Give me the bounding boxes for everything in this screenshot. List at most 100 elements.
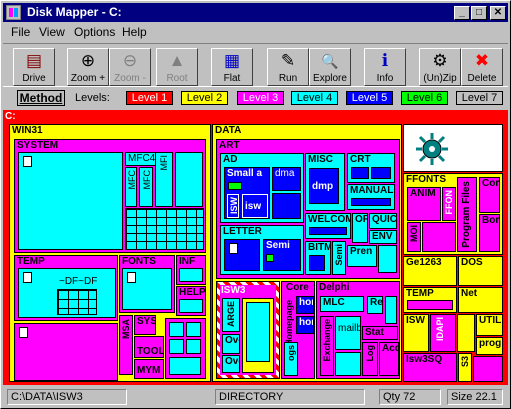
- dir-small-group[interactable]: [165, 318, 206, 379]
- level-2-button[interactable]: Level 2: [181, 91, 228, 105]
- dir-temp[interactable]: TEMP ~DF~DF: [14, 255, 118, 321]
- dir-idapi[interactable]: IDAPI: [430, 314, 456, 352]
- dir-semi2[interactable]: Semi: [332, 241, 346, 275]
- dir-semi[interactable]: Semi: [263, 239, 301, 271]
- file-mfc-b[interactable]: MFC: [139, 167, 153, 207]
- dir-art[interactable]: ART AD Small a ISW isw dmа MISC dmp CRT …: [216, 139, 400, 279]
- block[interactable]: [122, 268, 172, 310]
- dir-manual[interactable]: MANUAL: [347, 184, 395, 210]
- block[interactable]: ~DF~DF: [18, 268, 116, 318]
- dir-acc[interactable]: Acc: [379, 342, 399, 376]
- dir-dmp[interactable]: dmp: [309, 168, 339, 204]
- dir-s3[interactable]: S3: [458, 353, 472, 382]
- title-bar[interactable]: Disk Mapper - C: _ □ ✕: [3, 3, 508, 22]
- dir-isw[interactable]: ISW: [403, 314, 429, 352]
- root-button[interactable]: ▲ Root: [156, 48, 198, 86]
- menu-view[interactable]: View: [39, 25, 65, 39]
- dir-isw-a[interactable]: ISW: [227, 194, 239, 218]
- dir-welcom[interactable]: WELCOM: [305, 213, 351, 239]
- dir-isw3[interactable]: ISW3 ARGE Ove Ove: [216, 281, 280, 379]
- dir-mlc[interactable]: MLC: [320, 296, 364, 312]
- block[interactable]: [378, 245, 397, 273]
- dir-re[interactable]: Re: [367, 296, 383, 314]
- level-5-button[interactable]: Level 5: [346, 91, 393, 105]
- level-4-button[interactable]: Level 4: [291, 91, 338, 105]
- zoom-in-button[interactable]: ⊕ Zoom +: [67, 48, 109, 86]
- dir-misc-root[interactable]: [14, 323, 118, 381]
- block[interactable]: [272, 193, 301, 219]
- block[interactable]: [18, 152, 123, 250]
- run-button[interactable]: ✎ Run: [267, 48, 309, 86]
- dir-arge[interactable]: ARGE: [222, 298, 240, 332]
- dir-ffonts[interactable]: FFONTS ANIM FFON MOI Program Files Cor B…: [403, 173, 503, 255]
- file-grid[interactable]: [125, 208, 204, 250]
- dir-hom1[interactable]: hom: [296, 296, 314, 314]
- dir-crt[interactable]: CRT: [347, 153, 395, 183]
- dir-bor[interactable]: Bor: [479, 214, 500, 252]
- info-button[interactable]: ℹ Info: [364, 48, 406, 86]
- dir-dma[interactable]: dmа: [272, 167, 301, 191]
- dir-exchange[interactable]: Exchange: [320, 316, 334, 376]
- dir-msa[interactable]: MSA: [119, 315, 133, 375]
- dir-ge1263[interactable]: Ge1263: [403, 256, 457, 286]
- dir-env[interactable]: ENV: [369, 230, 397, 244]
- dir-win31[interactable]: WIN31 SYSTEM MFC40. MFC MFC MFI TEMP ~DF…: [9, 124, 211, 382]
- dir-system[interactable]: SYSTEM MFC40. MFC MFC MFI: [14, 139, 206, 253]
- dir-ove2[interactable]: Ove: [222, 355, 240, 373]
- dir-help[interactable]: HELP: [176, 286, 206, 316]
- dir-pren[interactable]: Pren: [347, 245, 377, 267]
- block[interactable]: [175, 152, 203, 207]
- dir-isw-b[interactable]: isw: [242, 194, 268, 218]
- dir-tool[interactable]: TOOL: [134, 336, 164, 358]
- dir-log[interactable]: Log: [362, 342, 378, 376]
- dir-mailb[interactable]: mailb: [335, 316, 361, 350]
- dir-util[interactable]: UTIL: [476, 314, 503, 336]
- dir-ove1[interactable]: Ove: [222, 334, 240, 354]
- dir-cor[interactable]: Cor: [479, 177, 500, 213]
- dir-ffon[interactable]: FFON: [442, 187, 456, 221]
- close-button[interactable]: ✕: [490, 6, 506, 20]
- minimize-button[interactable]: _: [454, 6, 470, 20]
- dir-delphi[interactable]: Delphi MLC Re Exchange mailb Stat Log Ac…: [316, 281, 400, 379]
- dir-misc[interactable]: MISC dmp: [305, 153, 345, 211]
- level-6-button[interactable]: Level 6: [401, 91, 448, 105]
- dir-small[interactable]: Small a ISW isw: [224, 167, 270, 219]
- dir-hom2[interactable]: hom: [296, 316, 314, 334]
- delete-button[interactable]: ✖ Delete: [461, 48, 503, 86]
- dir-sys[interactable]: SYS: [134, 315, 156, 335]
- drive-button[interactable]: ▤ Drive: [13, 48, 55, 86]
- dir-inf[interactable]: INF: [176, 255, 206, 285]
- dir-ogs[interactable]: ogs: [284, 342, 298, 376]
- menu-file[interactable]: File: [11, 25, 30, 39]
- dir-homepage[interactable]: Homepage Core hom hom ogs: [281, 281, 315, 379]
- dir-mod[interactable]: MOI: [407, 222, 421, 252]
- dir-bitm[interactable]: BITM: [305, 241, 331, 275]
- menu-help[interactable]: Help: [122, 25, 147, 39]
- block[interactable]: [242, 298, 274, 373]
- selected-item[interactable]: [403, 124, 503, 172]
- zip-button[interactable]: ⚙ (Un)Zip: [419, 48, 461, 86]
- maximize-button[interactable]: □: [471, 6, 487, 20]
- level-7-button[interactable]: Level 7: [456, 91, 503, 105]
- dir-temp2[interactable]: TEMP: [403, 287, 457, 313]
- dir-program-files[interactable]: Program Files: [457, 177, 477, 252]
- method-button[interactable]: Method: [17, 90, 65, 106]
- dir-fonts[interactable]: FONTS: [119, 255, 175, 313]
- dir-data[interactable]: DATA ART AD Small a ISW isw dmа MISC dmp…: [212, 124, 402, 382]
- flat-button[interactable]: ▦ Flat: [211, 48, 253, 86]
- dir-isw3sq[interactable]: Isw3SQ: [403, 353, 457, 382]
- app-icon[interactable]: [6, 5, 21, 20]
- dir-ad[interactable]: AD Small a ISW isw dmа: [220, 153, 304, 223]
- explore-button[interactable]: 🔍 Explore: [309, 48, 351, 86]
- dir-quic[interactable]: QUIC: [369, 213, 397, 229]
- dir-net[interactable]: Net: [458, 287, 503, 313]
- zoom-out-button[interactable]: ⊖ Zoom -: [109, 48, 151, 86]
- level-1-button[interactable]: Level 1: [126, 91, 173, 105]
- dir-of[interactable]: OF: [352, 213, 368, 243]
- level-3-button[interactable]: Level 3: [237, 91, 284, 105]
- dir-prog[interactable]: prog: [476, 337, 503, 355]
- menu-options[interactable]: Options: [74, 25, 115, 39]
- dir-mym[interactable]: MYM: [134, 359, 164, 379]
- file-mfi[interactable]: MFI: [155, 152, 173, 207]
- file-mfc-a[interactable]: MFC: [125, 167, 137, 207]
